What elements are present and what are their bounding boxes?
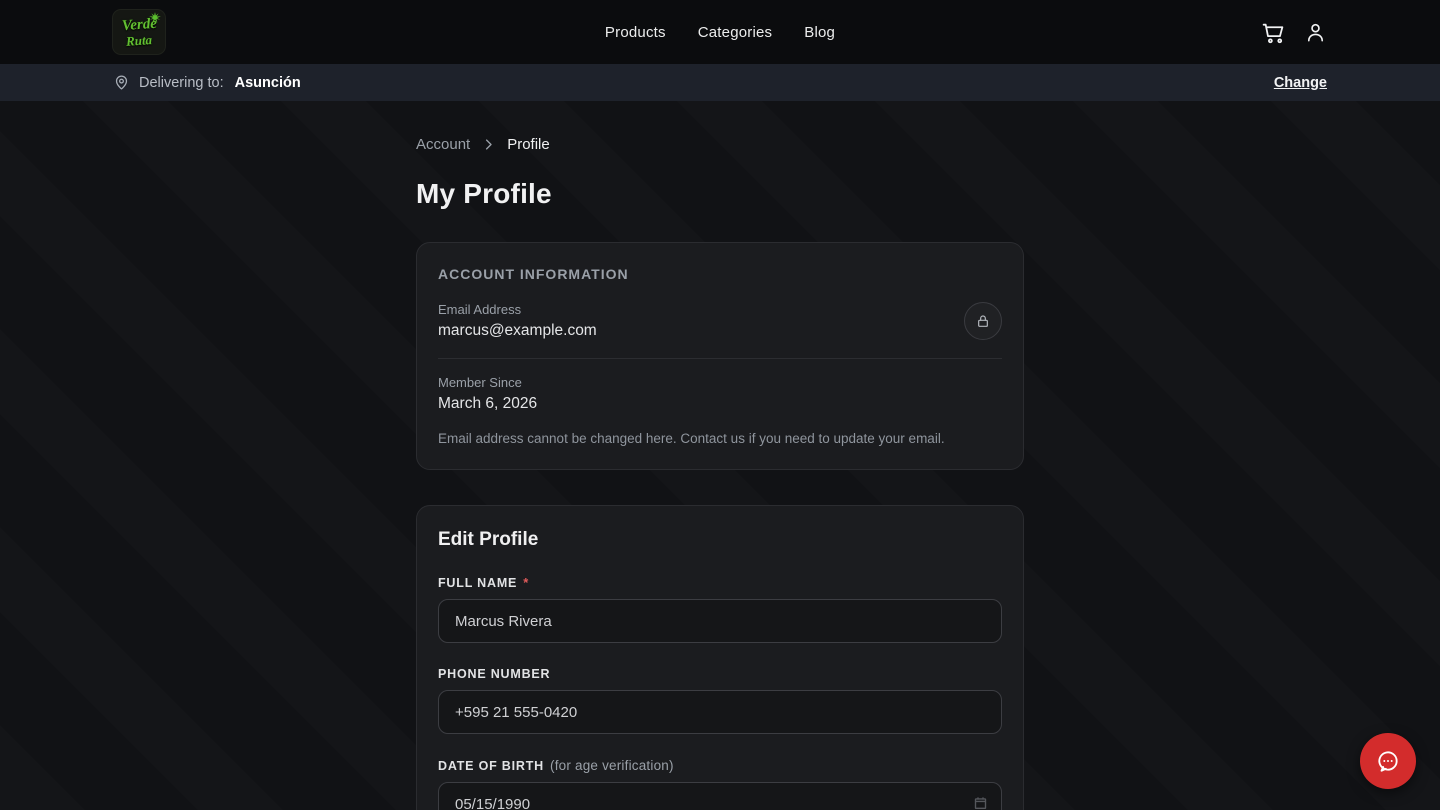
delivery-city: Asunción [235, 75, 301, 91]
delivery-location-info: Delivering to: Asunción [113, 74, 301, 91]
breadcrumb: Account Profile [416, 136, 1024, 153]
phone-number-label-text: PHONE NUMBER [438, 667, 550, 681]
change-location-link[interactable]: Change [1274, 75, 1327, 91]
nav-link-products[interactable]: Products [605, 24, 666, 41]
calendar-icon[interactable] [973, 795, 988, 810]
member-since-label: Member Since [438, 375, 1002, 390]
chat-bubble-icon [1375, 748, 1401, 774]
main-nav: Products Categories Blog [605, 0, 835, 64]
user-account-icon[interactable] [1304, 21, 1327, 44]
leaf-icon [148, 11, 162, 30]
email-locked-indicator [964, 302, 1002, 340]
age-verification-hint: (for age verification) [550, 758, 674, 773]
edit-profile-title: Edit Profile [438, 529, 1002, 551]
header-actions [1261, 20, 1327, 45]
email-row: Email Address marcus@example.com [438, 302, 1002, 340]
top-nav-bar: Verde Ruta Products Categories Blog [0, 0, 1440, 64]
chat-support-button[interactable] [1360, 733, 1416, 789]
edit-profile-card: Edit Profile FULL NAME * PHONE NUMBER DA… [416, 505, 1024, 810]
member-since-block: Member Since March 6, 2026 [438, 375, 1002, 413]
full-name-label-text: FULL NAME [438, 576, 517, 590]
chevron-right-icon [481, 137, 496, 152]
main-content: Account Profile My Profile ACCOUNT INFOR… [416, 136, 1024, 810]
nav-link-categories[interactable]: Categories [698, 24, 773, 41]
lock-icon [975, 313, 991, 329]
required-asterisk: * [523, 575, 529, 590]
account-information-card: ACCOUNT INFORMATION Email Address marcus… [416, 242, 1024, 470]
nav-link-blog[interactable]: Blog [804, 24, 835, 41]
full-name-input[interactable] [438, 599, 1002, 643]
date-of-birth-label-text: DATE OF BIRTH [438, 759, 544, 773]
map-pin-icon [113, 74, 130, 91]
card-divider [438, 358, 1002, 359]
delivery-location-bar: Delivering to: Asunción Change [0, 64, 1440, 101]
breadcrumb-account-link[interactable]: Account [416, 136, 470, 153]
account-information-title: ACCOUNT INFORMATION [438, 266, 1002, 282]
cart-icon[interactable] [1261, 20, 1286, 45]
phone-number-input[interactable] [438, 690, 1002, 734]
date-of-birth-label: DATE OF BIRTH (for age verification) [438, 758, 1002, 773]
full-name-label: FULL NAME * [438, 575, 1002, 590]
email-value: marcus@example.com [438, 322, 597, 340]
email-change-note: Email address cannot be changed here. Co… [438, 431, 1002, 446]
email-block: Email Address marcus@example.com [438, 302, 597, 340]
date-of-birth-input[interactable] [438, 782, 1002, 810]
phone-number-label: PHONE NUMBER [438, 667, 1002, 681]
date-of-birth-field [438, 773, 1002, 810]
member-since-value: March 6, 2026 [438, 395, 1002, 413]
brand-logo[interactable]: Verde Ruta [113, 10, 165, 54]
delivery-label: Delivering to: [139, 75, 224, 91]
page-title: My Profile [416, 178, 1024, 210]
brand-logo-text-line2: Ruta [126, 33, 153, 48]
breadcrumb-current: Profile [507, 136, 550, 153]
email-label: Email Address [438, 302, 597, 317]
